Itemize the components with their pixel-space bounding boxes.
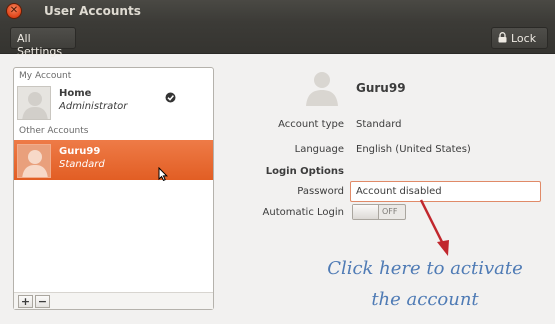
avatar	[17, 144, 51, 178]
language-label: Language	[294, 144, 344, 155]
login-options-heading: Login Options	[265, 166, 344, 177]
account-row-guru99[interactable]: Guru99 Standard	[14, 140, 213, 182]
annotation-text-line-1: Click here to activate	[327, 258, 523, 279]
close-window-button[interactable]: ✕	[6, 3, 22, 19]
toggle-knob	[353, 205, 379, 219]
lock-button[interactable]: Lock	[491, 27, 548, 49]
lock-icon	[498, 32, 507, 46]
toolbar: All Settings Lock	[0, 22, 555, 58]
lock-button-label: Lock	[511, 32, 537, 45]
password-label: Password	[297, 186, 344, 197]
language-value[interactable]: English (United States)	[356, 144, 471, 155]
account-type-value[interactable]: Standard	[356, 119, 402, 130]
account-name: Home	[59, 88, 92, 99]
window-title: User Accounts	[44, 4, 141, 18]
other-accounts-heading: Other Accounts	[19, 126, 89, 136]
user-avatar-icon[interactable]	[302, 68, 342, 108]
account-title: Guru99	[356, 81, 406, 95]
mouse-pointer-icon	[158, 166, 168, 184]
annotation-arrow-icon	[415, 198, 455, 263]
account-role: Standard	[59, 159, 105, 170]
account-row-home[interactable]: Home Administrator	[14, 82, 213, 122]
add-account-button[interactable]: +	[18, 295, 33, 308]
automatic-login-toggle[interactable]: OFF	[352, 204, 406, 220]
toggle-state-label: OFF	[382, 207, 398, 216]
all-settings-button[interactable]: All Settings	[10, 27, 76, 58]
logged-in-check-icon	[165, 92, 176, 106]
automatic-login-label: Automatic Login	[262, 207, 344, 218]
avatar	[17, 86, 51, 120]
my-account-heading: My Account	[19, 71, 72, 81]
account-type-label: Account type	[278, 119, 344, 130]
remove-account-button[interactable]: −	[35, 295, 50, 308]
accounts-list-panel: My Account Home Administrator Other Acco…	[13, 67, 214, 310]
accounts-list-toolbar: + −	[14, 292, 213, 309]
account-name: Guru99	[59, 146, 101, 157]
close-icon: ✕	[9, 5, 19, 16]
title-bar: ✕ User Accounts	[0, 0, 555, 22]
account-role: Administrator	[59, 101, 128, 112]
annotation-text-line-2: the account	[371, 289, 479, 310]
